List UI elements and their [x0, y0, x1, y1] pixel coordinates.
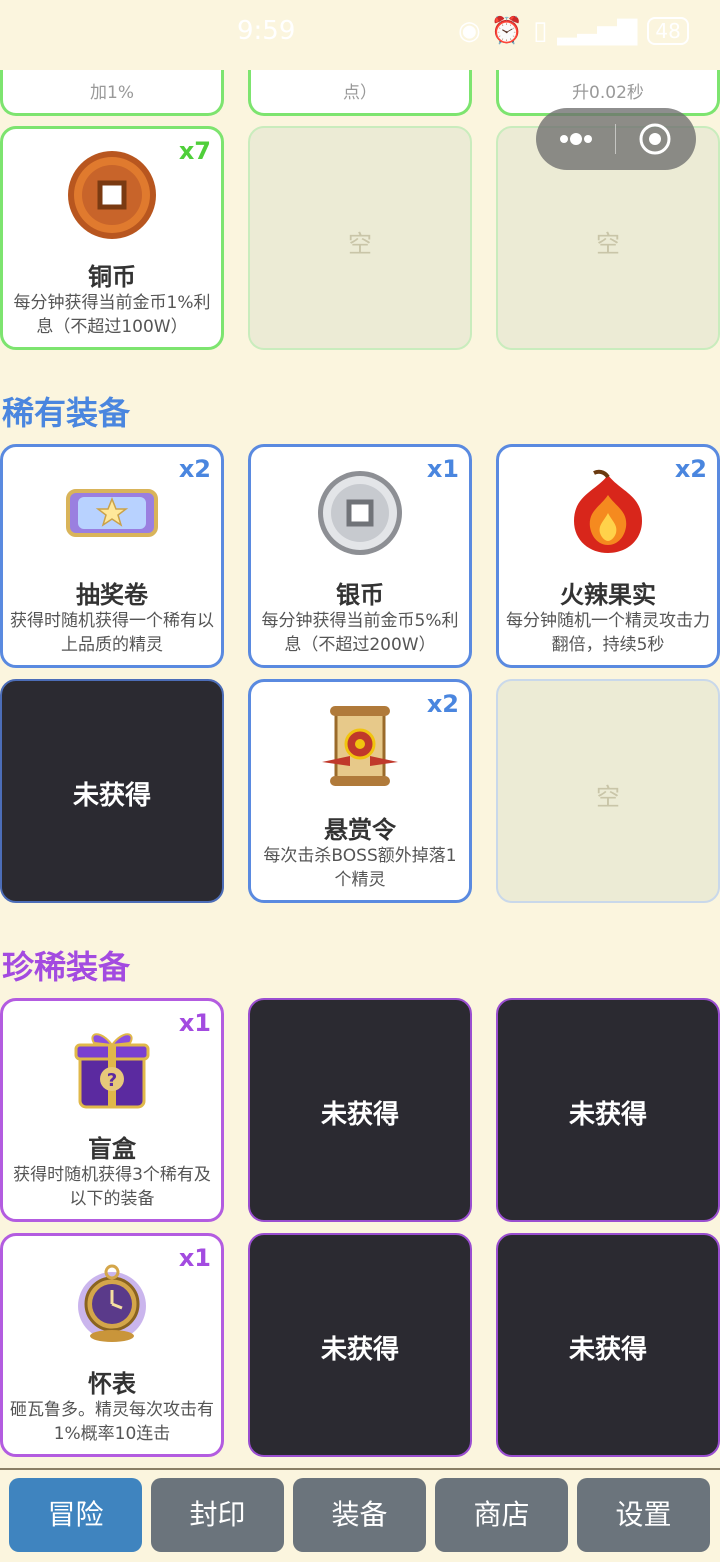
locked-slot: 未获得 [496, 998, 720, 1222]
item-desc-partial: 加1% [90, 83, 134, 103]
locked-slot: 未获得 [496, 1233, 720, 1457]
item-desc: 砸瓦鲁多。精灵每次攻击有1%概率10连击 [10, 1400, 214, 1444]
close-target-icon[interactable] [638, 122, 672, 156]
locked-label: 未获得 [320, 1335, 399, 1365]
tab-seal[interactable]: 封印 [151, 1478, 284, 1552]
eye-icon: ◉ [458, 16, 481, 46]
status-icons: ◉ ⏰ ▯ ▂▃▅▇ 48 [458, 16, 689, 46]
status-bar: 9:59 ◉ ⏰ ▯ ▂▃▅▇ 48 [0, 0, 720, 70]
item-name: 银币 [336, 581, 384, 609]
vibrate-icon: ▯ [533, 16, 548, 46]
item-card-pocket-watch[interactable]: x1 怀表 砸瓦鲁多。精灵每次攻击有1%概率10连击 [0, 1233, 224, 1457]
tab-adventure[interactable]: 冒险 [9, 1478, 142, 1552]
item-name: 抽奖卷 [76, 581, 148, 609]
item-name: 铜币 [88, 263, 136, 291]
item-name: 悬赏令 [324, 816, 396, 844]
pocket-watch-icon [78, 1264, 146, 1342]
locked-label: 未获得 [72, 781, 151, 811]
section-title-rare: 稀有装备 [2, 394, 131, 432]
status-time: 9:59 [237, 16, 296, 46]
item-card-lottery-ticket[interactable]: x2 抽奖卷 获得时随机获得一个稀有以上品质的精灵 [0, 444, 224, 668]
capsule-divider [615, 124, 616, 154]
locked-slot: 未获得 [0, 679, 224, 903]
item-qty: x1 [426, 455, 459, 483]
section-title-epic: 珍稀装备 [2, 948, 131, 986]
item-card-bounty-order[interactable]: x2 悬赏令 每次击杀BOSS额外掉落1个精灵 [248, 679, 472, 903]
item-desc: 每分钟随机一个精灵攻击力翻倍，持续5秒 [506, 611, 710, 655]
empty-slot: 空 [248, 126, 472, 350]
empty-slot: 空 [496, 679, 720, 903]
copper-coin-icon [68, 151, 156, 239]
bounty-scroll-icon [322, 706, 398, 786]
item-desc: 获得时随机获得3个稀有及以下的装备 [13, 1165, 211, 1209]
item-name: 怀表 [88, 1370, 136, 1398]
item-qty: x7 [178, 137, 211, 165]
empty-label: 空 [596, 783, 620, 811]
bottom-nav: 冒险 封印 装备 商店 设置 [0, 1468, 720, 1562]
signal-icon: ▂▃▅▇ [557, 16, 638, 46]
item-card-partial[interactable]: 加1% [0, 70, 224, 116]
item-desc: 获得时随机获得一个稀有以上品质的精灵 [10, 611, 214, 655]
item-qty: x2 [178, 455, 211, 483]
lottery-ticket-icon [66, 489, 158, 537]
empty-label: 空 [596, 230, 620, 258]
item-desc-partial: 点） [343, 83, 377, 103]
svg-text:?: ? [107, 1070, 117, 1091]
item-qty: x2 [674, 455, 707, 483]
item-card-partial[interactable]: 点） [248, 70, 472, 116]
inventory-scroll-area[interactable]: 加1% 点） 升0.02秒 x7 铜币 每分钟获得当前金币1%利息（不超过100… [0, 0, 720, 1468]
item-desc: 每分钟获得当前金币5%利息（不超过200W） [261, 611, 459, 655]
item-card-copper-coin[interactable]: x7 铜币 每分钟获得当前金币1%利息（不超过100W） [0, 126, 224, 350]
tab-shop[interactable]: 商店 [435, 1478, 568, 1552]
spicy-fruit-icon [574, 469, 642, 553]
locked-slot: 未获得 [248, 1233, 472, 1457]
miniprogram-capsule [536, 108, 696, 170]
item-qty: x1 [178, 1009, 211, 1037]
item-qty: x2 [426, 690, 459, 718]
item-card-spicy-fruit[interactable]: x2 火辣果实 每分钟随机一个精灵攻击力翻倍，持续5秒 [496, 444, 720, 668]
locked-label: 未获得 [568, 1335, 647, 1365]
blind-box-icon: ? [74, 1033, 150, 1109]
item-qty: x1 [178, 1244, 211, 1272]
item-name: 火辣果实 [560, 581, 656, 609]
item-card-silver-coin[interactable]: x1 银币 每分钟获得当前金币5%利息（不超过200W） [248, 444, 472, 668]
item-desc: 每分钟获得当前金币1%利息（不超过100W） [13, 293, 211, 337]
alarm-icon: ⏰ [490, 16, 524, 46]
empty-label: 空 [348, 230, 372, 258]
item-desc-partial: 升0.02秒 [572, 83, 644, 103]
silver-coin-icon [318, 471, 402, 555]
battery-icon: 48 [647, 17, 689, 45]
item-card-blind-box[interactable]: x1 ? 盲盒 获得时随机获得3个稀有及以下的装备 [0, 998, 224, 1222]
item-name: 盲盒 [88, 1135, 136, 1163]
locked-label: 未获得 [568, 1100, 647, 1130]
tab-settings[interactable]: 设置 [577, 1478, 710, 1552]
more-menu-icon[interactable] [556, 126, 596, 152]
locked-slot: 未获得 [248, 998, 472, 1222]
locked-label: 未获得 [320, 1100, 399, 1130]
item-desc: 每次击杀BOSS额外掉落1个精灵 [263, 846, 457, 890]
tab-equipment[interactable]: 装备 [293, 1478, 426, 1552]
